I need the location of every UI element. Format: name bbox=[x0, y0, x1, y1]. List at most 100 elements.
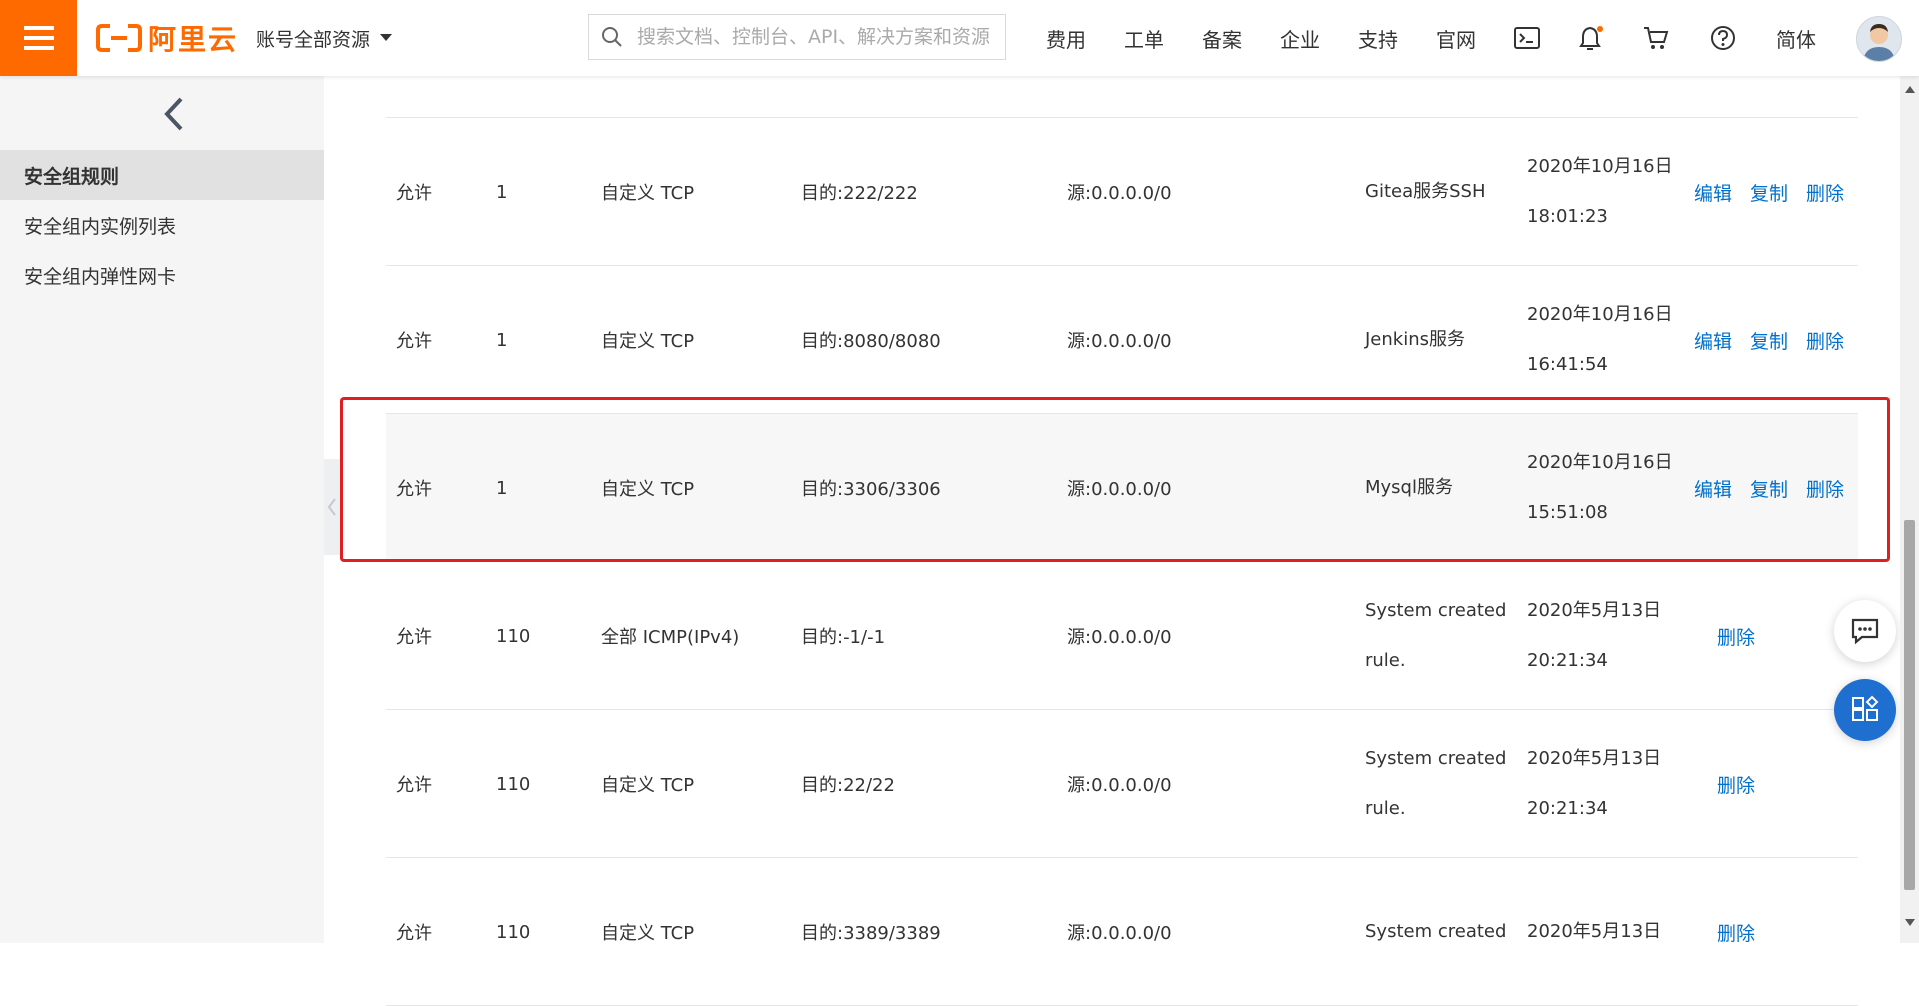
policy-cell: 允许 bbox=[396, 331, 432, 352]
nav-support[interactable]: 支持 bbox=[1358, 24, 1398, 53]
policy-cell: 允许 bbox=[396, 479, 432, 500]
table-row: 允许 1 自定义 TCP 目的:222/222 源:0.0.0.0/0 Gite… bbox=[386, 118, 1858, 266]
priority-cell: 1 bbox=[496, 181, 508, 203]
nav-fees[interactable]: 费用 bbox=[1046, 24, 1086, 53]
protocol-cell: 自定义 TCP bbox=[601, 775, 695, 796]
nav-official-site[interactable]: 官网 bbox=[1436, 24, 1476, 53]
priority-cell: 110 bbox=[496, 921, 531, 943]
created-date: 2020年5月13日 bbox=[1527, 600, 1662, 621]
hamburger-menu-button[interactable] bbox=[0, 0, 77, 76]
sidebar-item-label: 安全组内实例列表 bbox=[24, 215, 177, 238]
created-date: 2020年5月13日 bbox=[1527, 921, 1662, 942]
cart-icon[interactable] bbox=[1640, 22, 1672, 54]
aliyun-logo-icon bbox=[96, 24, 142, 52]
description-cell: System created rule. bbox=[1365, 562, 1506, 710]
description-text: rule. bbox=[1365, 798, 1406, 819]
policy-cell: 允许 bbox=[396, 183, 432, 204]
top-bar: 阿里云 账号全部资源 费用 工单 备案 企业 支持 官网 bbox=[0, 0, 1919, 76]
scroll-up-arrow-icon[interactable] bbox=[1904, 82, 1915, 96]
table-row: 允许 110 自定义 TCP 目的:3389/3389 源:0.0.0.0/0 … bbox=[386, 858, 1858, 1006]
sidebar-item-instance-list[interactable]: 安全组内实例列表 bbox=[0, 200, 324, 250]
created-date: 2020年10月16日 bbox=[1527, 452, 1673, 473]
created-time-cell: 2020年10月16日 18:01:23 bbox=[1527, 118, 1673, 266]
priority-cell: 110 bbox=[496, 625, 531, 647]
row-actions: 编辑 复制 删除 bbox=[1694, 414, 1844, 562]
search-icon[interactable] bbox=[589, 14, 635, 60]
created-clock: 18:01:23 bbox=[1527, 206, 1608, 227]
sidebar-item-label: 安全组规则 bbox=[24, 165, 120, 188]
policy-cell: 允许 bbox=[396, 627, 432, 648]
copy-link[interactable]: 复制 bbox=[1750, 179, 1788, 206]
protocol-cell: 自定义 TCP bbox=[601, 331, 695, 352]
policy-cell: 允许 bbox=[396, 775, 432, 796]
delete-link[interactable]: 删除 bbox=[1717, 771, 1755, 798]
delete-link[interactable]: 删除 bbox=[1717, 623, 1755, 650]
description-cell: System created rule. bbox=[1365, 710, 1506, 858]
row-actions: 删除 bbox=[1717, 858, 1755, 1006]
cloud-shell-icon[interactable] bbox=[1511, 22, 1543, 54]
edit-link[interactable]: 编辑 bbox=[1694, 327, 1732, 354]
edit-link[interactable]: 编辑 bbox=[1694, 179, 1732, 206]
priority-cell: 110 bbox=[496, 773, 531, 795]
source-cell: 源:0.0.0.0/0 bbox=[1067, 775, 1172, 796]
source-cell: 源:0.0.0.0/0 bbox=[1067, 183, 1172, 204]
nav-enterprise[interactable]: 企业 bbox=[1280, 24, 1320, 53]
copy-link[interactable]: 复制 bbox=[1750, 475, 1788, 502]
account-resource-dropdown[interactable]: 账号全部资源 bbox=[256, 20, 393, 56]
protocol-cell: 自定义 TCP bbox=[601, 183, 695, 204]
description-cell: Jenkins服务 bbox=[1365, 266, 1465, 414]
sidebar-item-security-group-rules[interactable]: 安全组规则 bbox=[0, 150, 324, 200]
description-cell: Gitea服务SSH bbox=[1365, 118, 1486, 266]
table-row: 允许 110 自定义 TCP 目的:22/22 源:0.0.0.0/0 Syst… bbox=[386, 710, 1858, 858]
row-actions: 编辑 复制 删除 bbox=[1694, 266, 1844, 414]
description-cell: Mysql服务 bbox=[1365, 414, 1453, 562]
edit-link[interactable]: 编辑 bbox=[1694, 475, 1732, 502]
created-time-cell: 2020年5月13日 20:21:34 bbox=[1527, 710, 1661, 858]
row-actions: 编辑 复制 删除 bbox=[1694, 118, 1844, 266]
caret-down-icon bbox=[380, 34, 393, 41]
delete-link[interactable]: 删除 bbox=[1806, 475, 1844, 502]
protocol-cell: 自定义 TCP bbox=[601, 923, 695, 944]
table-row: 允许 1 自定义 TCP 目的:8080/8080 源:0.0.0.0/0 Je… bbox=[386, 266, 1858, 414]
delete-link[interactable]: 删除 bbox=[1806, 179, 1844, 206]
help-icon[interactable] bbox=[1707, 22, 1739, 54]
scrollbar-thumb[interactable] bbox=[1904, 520, 1915, 890]
port-range-cell: 目的:3389/3389 bbox=[801, 923, 941, 944]
created-date: 2020年10月16日 bbox=[1527, 156, 1673, 177]
table-row: 允许 110 全部 ICMP(IPv4) 目的:-1/-1 源:0.0.0.0/… bbox=[386, 562, 1858, 710]
created-clock: 15:51:08 bbox=[1527, 502, 1608, 523]
copy-link[interactable]: 复制 bbox=[1750, 327, 1788, 354]
aliyun-logo[interactable]: 阿里云 bbox=[96, 16, 238, 60]
description-cell: System created bbox=[1365, 858, 1506, 1006]
description-text: System created bbox=[1365, 748, 1507, 769]
priority-cell: 1 bbox=[496, 477, 508, 499]
collapse-sidebar-button[interactable] bbox=[158, 94, 190, 134]
delete-link[interactable]: 删除 bbox=[1717, 919, 1755, 946]
notification-bell-icon[interactable] bbox=[1575, 22, 1607, 54]
nav-filing[interactable]: 备案 bbox=[1202, 24, 1242, 53]
nav-tickets[interactable]: 工单 bbox=[1124, 24, 1164, 53]
port-range-cell: 目的:22/22 bbox=[801, 775, 895, 796]
search-input[interactable] bbox=[635, 16, 1005, 58]
sidebar-toggle-handle[interactable] bbox=[324, 459, 340, 555]
description-text: Gitea服务SSH bbox=[1365, 181, 1486, 202]
protocol-cell: 自定义 TCP bbox=[601, 479, 695, 500]
vertical-scrollbar[interactable] bbox=[1900, 76, 1919, 943]
description-text: System created bbox=[1365, 921, 1507, 942]
port-range-cell: 目的:8080/8080 bbox=[801, 331, 941, 352]
apps-widget-button[interactable] bbox=[1834, 679, 1896, 741]
scroll-down-arrow-icon[interactable] bbox=[1904, 916, 1915, 930]
chat-support-button[interactable] bbox=[1834, 600, 1896, 662]
language-switch[interactable]: 简体 bbox=[1776, 24, 1816, 53]
port-range-cell: 目的:3306/3306 bbox=[801, 479, 941, 500]
delete-link[interactable]: 删除 bbox=[1806, 327, 1844, 354]
user-avatar[interactable] bbox=[1856, 16, 1902, 62]
description-text: Mysql服务 bbox=[1365, 477, 1453, 498]
sidebar-item-label: 安全组内弹性网卡 bbox=[24, 265, 177, 288]
created-clock: 16:41:54 bbox=[1527, 354, 1608, 375]
description-text: rule. bbox=[1365, 650, 1406, 671]
description-text: Jenkins服务 bbox=[1365, 329, 1466, 350]
sidebar-item-eni[interactable]: 安全组内弹性网卡 bbox=[0, 250, 324, 300]
policy-cell: 允许 bbox=[396, 923, 432, 944]
global-search-box bbox=[588, 14, 1006, 60]
